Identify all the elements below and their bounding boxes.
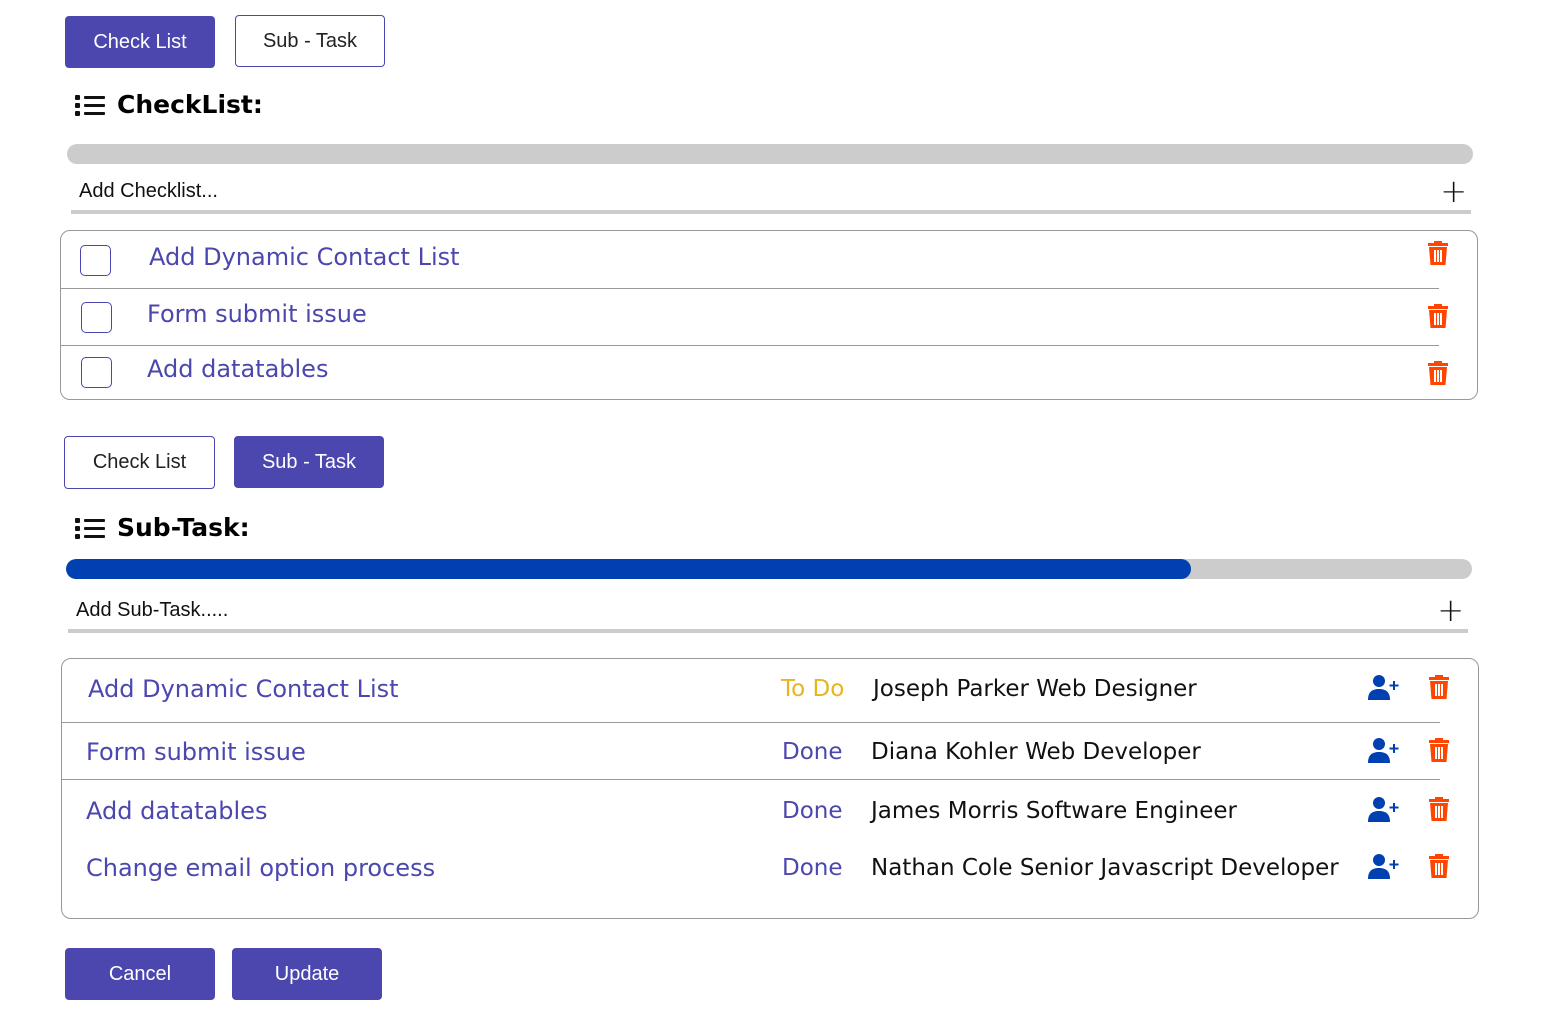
checklist-item-text: Add Dynamic Contact List — [149, 243, 460, 271]
subtask-item-text: Form submit issue — [86, 738, 306, 766]
trash-icon[interactable] — [1428, 737, 1450, 763]
tab-check-list[interactable]: Check List — [64, 436, 215, 489]
checklist-title: CheckList: — [117, 90, 263, 119]
subtask-item-text: Change email option process — [86, 854, 436, 882]
plus-icon[interactable]: + — [1440, 175, 1467, 207]
status-badge: Done — [782, 855, 843, 881]
tab-check-list[interactable]: Check List — [65, 16, 215, 68]
assign-user-icon[interactable] — [1368, 853, 1400, 879]
checklist-item-text: Add datatables — [147, 355, 329, 383]
subtask-heading: Sub-Task: — [75, 513, 250, 542]
subtask-card: Add Dynamic Contact List To Do Joseph Pa… — [61, 658, 1479, 919]
status-badge: Done — [782, 739, 843, 765]
cancel-button[interactable]: Cancel — [65, 948, 215, 1000]
subtask-item-text: Add Dynamic Contact List — [88, 675, 399, 703]
row-divider — [61, 288, 1439, 289]
row-divider — [62, 779, 1440, 780]
subtask-title: Sub-Task: — [117, 513, 250, 542]
status-badge: To Do — [781, 676, 845, 702]
list-icon — [75, 93, 105, 117]
tab-sub-task[interactable]: Sub - Task — [235, 15, 385, 67]
row-divider — [61, 345, 1439, 346]
tab-sub-task[interactable]: Sub - Task — [234, 436, 384, 488]
row-divider — [62, 722, 1440, 723]
add-subtask-field: + — [68, 591, 1468, 633]
trash-icon[interactable] — [1428, 796, 1450, 822]
checklist-checkbox[interactable] — [80, 245, 111, 276]
update-button[interactable]: Update — [232, 948, 382, 1000]
trash-icon[interactable] — [1428, 674, 1450, 700]
trash-icon[interactable] — [1427, 240, 1449, 266]
checklist-heading: CheckList: — [75, 90, 263, 119]
subtask-item-text: Add datatables — [86, 797, 268, 825]
checklist-card: Add Dynamic Contact List Form submit iss… — [60, 230, 1478, 400]
assign-user-icon[interactable] — [1368, 796, 1400, 822]
subtask-progress-bar — [66, 559, 1472, 579]
add-subtask-input[interactable] — [68, 598, 1328, 622]
checklist-checkbox[interactable] — [81, 357, 112, 388]
subtask-progress-fill — [66, 559, 1191, 579]
trash-icon[interactable] — [1427, 303, 1449, 329]
plus-icon[interactable]: + — [1437, 594, 1464, 626]
assignee-name: James Morris Software Engineer — [871, 798, 1237, 824]
assignee-name: Nathan Cole Senior Javascript Developer — [871, 855, 1339, 881]
assign-user-icon[interactable] — [1368, 674, 1400, 700]
add-checklist-input[interactable] — [71, 179, 1331, 203]
trash-icon[interactable] — [1427, 360, 1449, 386]
checklist-item-text: Form submit issue — [147, 300, 367, 328]
checklist-checkbox[interactable] — [81, 302, 112, 333]
trash-icon[interactable] — [1428, 853, 1450, 879]
status-badge: Done — [782, 798, 843, 824]
add-checklist-field: + — [71, 172, 1471, 214]
assignee-name: Joseph Parker Web Designer — [873, 676, 1197, 702]
assignee-name: Diana Kohler Web Developer — [871, 739, 1201, 765]
assign-user-icon[interactable] — [1368, 737, 1400, 763]
list-icon — [75, 516, 105, 540]
checklist-progress-bar — [67, 144, 1473, 164]
